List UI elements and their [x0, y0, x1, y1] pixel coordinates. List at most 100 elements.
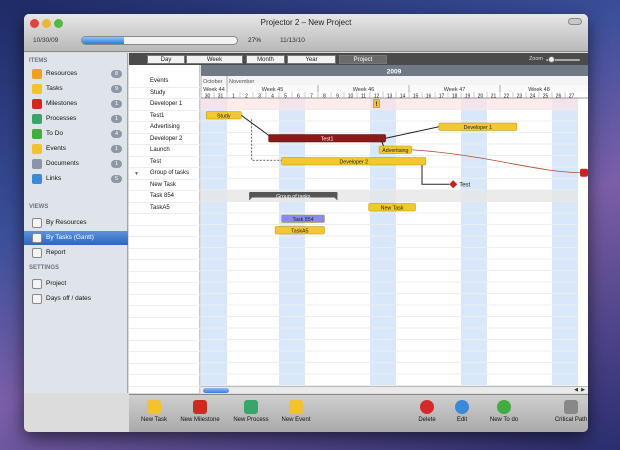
task-name: Events [150, 78, 169, 84]
zoom-slider-knob[interactable] [548, 56, 555, 63]
count-badge: 4 [111, 130, 122, 138]
task-list-row[interactable]: Launch [129, 145, 200, 157]
bar-label: Developer 2 [339, 159, 368, 165]
exclamation-icon [32, 144, 42, 154]
task-list: Events Study Developer 1 Test1 Advertising De… [129, 65, 200, 398]
sidebar-item-tasks[interactable]: Tasks 9 [24, 82, 128, 96]
task-name: Launch [150, 147, 170, 153]
sidebar-item-to-do[interactable]: To Do 4 [24, 127, 128, 141]
gantt-bar-task-854[interactable]: Task 854 [281, 214, 325, 223]
sidebar-item-documents[interactable]: Documents 1 [24, 157, 128, 171]
task-name: Task 854 [150, 193, 175, 199]
horizontal-scrollbar[interactable]: ◀ ▶ [201, 386, 588, 393]
gantt-bar-study[interactable]: Study [205, 111, 242, 120]
sidebar-item-label: Tasks [46, 85, 63, 92]
disclosure-triangle-icon[interactable]: ▼ [134, 171, 139, 177]
task-list-row [129, 283, 200, 295]
critical-path-button[interactable]: Critical Path [549, 397, 588, 431]
sidebar-setting-days-off-dates[interactable]: Days off / dates [24, 292, 128, 306]
sidebar-item-links[interactable]: Links 5 [24, 172, 128, 186]
gantt-bar-test1[interactable]: Test1 [268, 134, 386, 143]
tab-day[interactable]: Day [147, 55, 185, 64]
toolbar-button-label: Edit [456, 417, 468, 423]
task-list-row[interactable]: ▼ Group of tasks [129, 168, 200, 180]
gantt-bar-taska5[interactable]: TaskA5 [274, 226, 325, 235]
milestone-diamond-icon[interactable] [449, 180, 458, 189]
project-start-date: 10/30/09 [33, 37, 59, 44]
critical-path-icon [564, 400, 578, 414]
milestone-test[interactable]: Test [449, 180, 471, 189]
task-list-row[interactable]: Task 854 [129, 191, 200, 203]
tab-week[interactable]: Week [186, 55, 243, 64]
toolbar-button-label: New Task [141, 417, 167, 423]
gantt-icon [32, 233, 42, 243]
weekend-column [565, 98, 578, 393]
star-icon [32, 69, 42, 79]
report-icon [32, 248, 42, 258]
task-list-row[interactable]: TaskA5 [129, 203, 200, 214]
task-list-row [129, 329, 200, 341]
sidebar-views-header: VIEWS [29, 204, 49, 210]
scroll-right-arrow[interactable]: ▶ [581, 387, 585, 393]
new-to-do-button[interactable]: New To do [484, 397, 524, 431]
sidebar-setting-project[interactable]: Project [24, 277, 128, 291]
delete-button[interactable]: Delete [414, 397, 440, 431]
month-header-band [201, 76, 588, 85]
events-row-band [201, 98, 578, 110]
tab-project[interactable]: Project [339, 55, 387, 64]
task-list-row[interactable]: Events [129, 76, 200, 88]
task-name: Developer 2 [150, 135, 183, 142]
link-icon [32, 174, 42, 184]
process-icon [32, 114, 42, 124]
new-event-button[interactable]: New Event [277, 397, 315, 431]
sidebar-view-report[interactable]: Report [24, 246, 128, 260]
sidebar-items-header: ITEMS [29, 58, 48, 64]
task-list-row[interactable]: Developer 2 [129, 134, 200, 145]
sidebar-view-by-tasks-gantt-[interactable]: By Tasks (Gantt) [24, 231, 128, 245]
sidebar-setting-label: Project [46, 280, 67, 287]
sidebar-view-label: By Tasks (Gantt) [46, 234, 94, 241]
sidebar-item-label: Links [46, 175, 62, 182]
scroll-left-arrow[interactable]: ◀ [574, 387, 578, 393]
task-list-row[interactable]: New Task [129, 180, 200, 191]
task-list-row[interactable]: Developer 1 [129, 99, 200, 111]
sidebar-item-resources[interactable]: Resources 8 [24, 67, 128, 81]
tasks-icon [32, 84, 42, 94]
task-list-row[interactable]: Advertising [129, 122, 200, 134]
project-progress-bar [81, 36, 238, 45]
sidebar-settings-header: SETTINGS [29, 265, 60, 271]
flag-icon [32, 99, 42, 109]
tab-year[interactable]: Year [287, 55, 336, 64]
new-process-button[interactable]: New Process [229, 397, 273, 431]
count-badge: 1 [111, 115, 122, 123]
gantt-bar-advertising[interactable]: Advertising [378, 145, 412, 154]
gantt-bar-new-task[interactable]: New Task [368, 203, 416, 212]
new-milestone-button[interactable]: New Milestone [176, 397, 224, 431]
new-task-button[interactable]: New Task [137, 397, 171, 431]
sidebar-item-milestones[interactable]: Milestones 1 [24, 97, 128, 111]
weekend-column [201, 98, 214, 393]
horizontal-scroll-thumb[interactable] [203, 388, 229, 393]
offscreen-item-marker[interactable] [580, 168, 588, 177]
toolbar-button-label: New Event [281, 417, 311, 423]
bar-label: Test1 [321, 136, 334, 142]
gantt-bar-developer-2[interactable]: Developer 2 [281, 157, 427, 166]
toolbar-button-label: New Milestone [180, 417, 220, 423]
event-marker[interactable]: ! [373, 99, 380, 109]
sidebar-view-by-resources[interactable]: By Resources [24, 216, 128, 230]
task-list-row[interactable]: Test [129, 157, 200, 168]
bar-label: Advertising [382, 148, 408, 154]
task-list-row[interactable]: Test1 [129, 111, 200, 122]
weekend-column [214, 98, 227, 393]
checkmark-icon [497, 400, 511, 414]
milestone-label: Test [459, 182, 470, 188]
edit-button[interactable]: Edit [453, 397, 471, 431]
gantt-bar-developer-1[interactable]: Developer 1 [438, 122, 518, 131]
sidebar-item-processes[interactable]: Processes 1 [24, 112, 128, 126]
task-list-row[interactable]: Study [129, 88, 200, 99]
task-list-row [129, 318, 200, 329]
sidebar-item-events[interactable]: Events 1 [24, 142, 128, 156]
toolbar-toggle-button[interactable] [568, 18, 582, 25]
bar-label: Group of tasks [276, 194, 311, 200]
tab-month[interactable]: Month [246, 55, 285, 64]
